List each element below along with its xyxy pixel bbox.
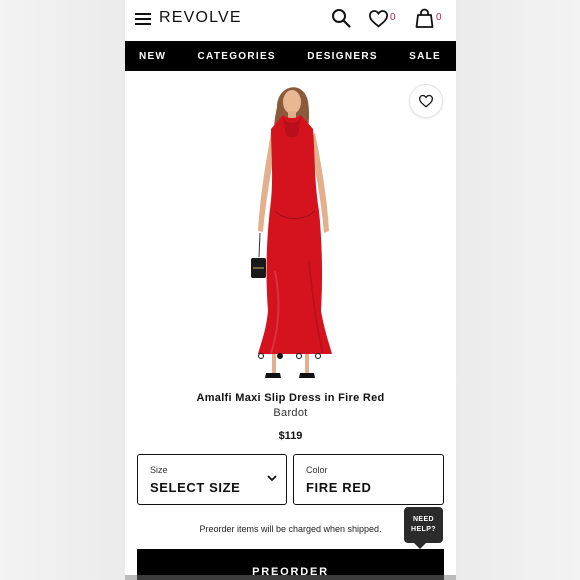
color-select-label: Color [306, 465, 328, 475]
add-to-wishlist-button[interactable] [409, 84, 443, 118]
carousel-dot-active[interactable] [277, 353, 283, 359]
heart-icon[interactable] [368, 9, 389, 28]
nav-item-new[interactable]: NEW [139, 51, 166, 62]
background-right [456, 0, 580, 580]
image-carousel-dots [258, 353, 324, 361]
product-photo[interactable] [125, 71, 456, 386]
carousel-dot[interactable] [315, 353, 321, 359]
product-page: REVOLVE 0 0 NEW CATEGORIES DESIGNERS SAL… [125, 0, 456, 580]
chevron-down-icon [267, 475, 277, 482]
size-select-value: SELECT SIZE [150, 480, 241, 495]
carousel-dot[interactable] [258, 353, 264, 359]
carousel-dot[interactable] [296, 353, 302, 359]
product-brand[interactable]: Bardot [125, 407, 456, 419]
color-select[interactable]: Color FIRE RED [293, 454, 444, 505]
main-nav: NEW CATEGORIES DESIGNERS SALE [125, 41, 456, 71]
color-select-value: FIRE RED [306, 480, 372, 495]
need-help-line2: HELP? [411, 526, 436, 533]
site-logo[interactable]: REVOLVE [159, 9, 242, 27]
nav-item-designers[interactable]: DESIGNERS [307, 51, 378, 62]
site-header: REVOLVE 0 0 [125, 0, 456, 41]
size-select[interactable]: Size SELECT SIZE [137, 454, 287, 505]
product-image-area[interactable] [125, 71, 456, 386]
heart-icon [418, 94, 434, 108]
need-help-line1: NEED [412, 516, 435, 523]
bag-count: 0 [436, 12, 442, 23]
search-icon[interactable] [331, 8, 351, 28]
bottom-shadow [125, 575, 456, 580]
size-select-label: Size [150, 465, 168, 475]
need-help-button[interactable]: NEED HELP? [404, 507, 443, 549]
nav-item-categories[interactable]: CATEGORIES [198, 51, 276, 62]
product-price: $119 [278, 430, 303, 442]
background-left [0, 0, 125, 580]
menu-icon[interactable] [135, 12, 151, 25]
nav-item-sale[interactable]: SALE [409, 51, 441, 62]
bag-icon[interactable] [415, 8, 434, 28]
wishlist-count: 0 [390, 12, 396, 23]
product-title: Amalfi Maxi Slip Dress in Fire Red [196, 392, 385, 404]
